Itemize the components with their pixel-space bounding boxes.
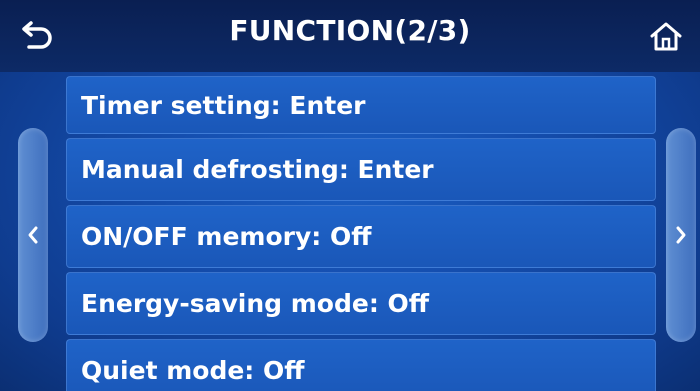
screen: FUNCTION(2/3) Timer setting: Enter Manua…	[0, 0, 700, 391]
menu-item-energy-saving-mode[interactable]: Energy-saving mode: Off	[66, 272, 656, 335]
menu-item-on-off-memory[interactable]: ON/OFF memory: Off	[66, 205, 656, 268]
menu-item-label: Manual defrosting: Enter	[81, 155, 434, 184]
menu-item-label: ON/OFF memory: Off	[81, 222, 372, 251]
chevron-right-icon	[676, 226, 686, 244]
menu-item-label: Energy-saving mode: Off	[81, 289, 430, 318]
menu-item-manual-defrosting[interactable]: Manual defrosting: Enter	[66, 138, 656, 201]
menu-item-quiet-mode[interactable]: Quiet mode: Off	[66, 339, 656, 391]
function-menu: Timer setting: Enter Manual defrosting: …	[66, 76, 656, 391]
next-page-button[interactable]	[666, 128, 696, 342]
menu-item-label: Quiet mode: Off	[81, 356, 305, 385]
home-icon	[650, 22, 682, 51]
previous-page-button[interactable]	[18, 128, 48, 342]
chevron-left-icon	[28, 226, 38, 244]
home-button[interactable]	[644, 14, 688, 58]
menu-item-label: Timer setting: Enter	[81, 90, 366, 120]
menu-item-timer-setting[interactable]: Timer setting: Enter	[66, 76, 656, 134]
header-bar: FUNCTION(2/3)	[0, 0, 700, 72]
page-title: FUNCTION(2/3)	[229, 14, 471, 47]
